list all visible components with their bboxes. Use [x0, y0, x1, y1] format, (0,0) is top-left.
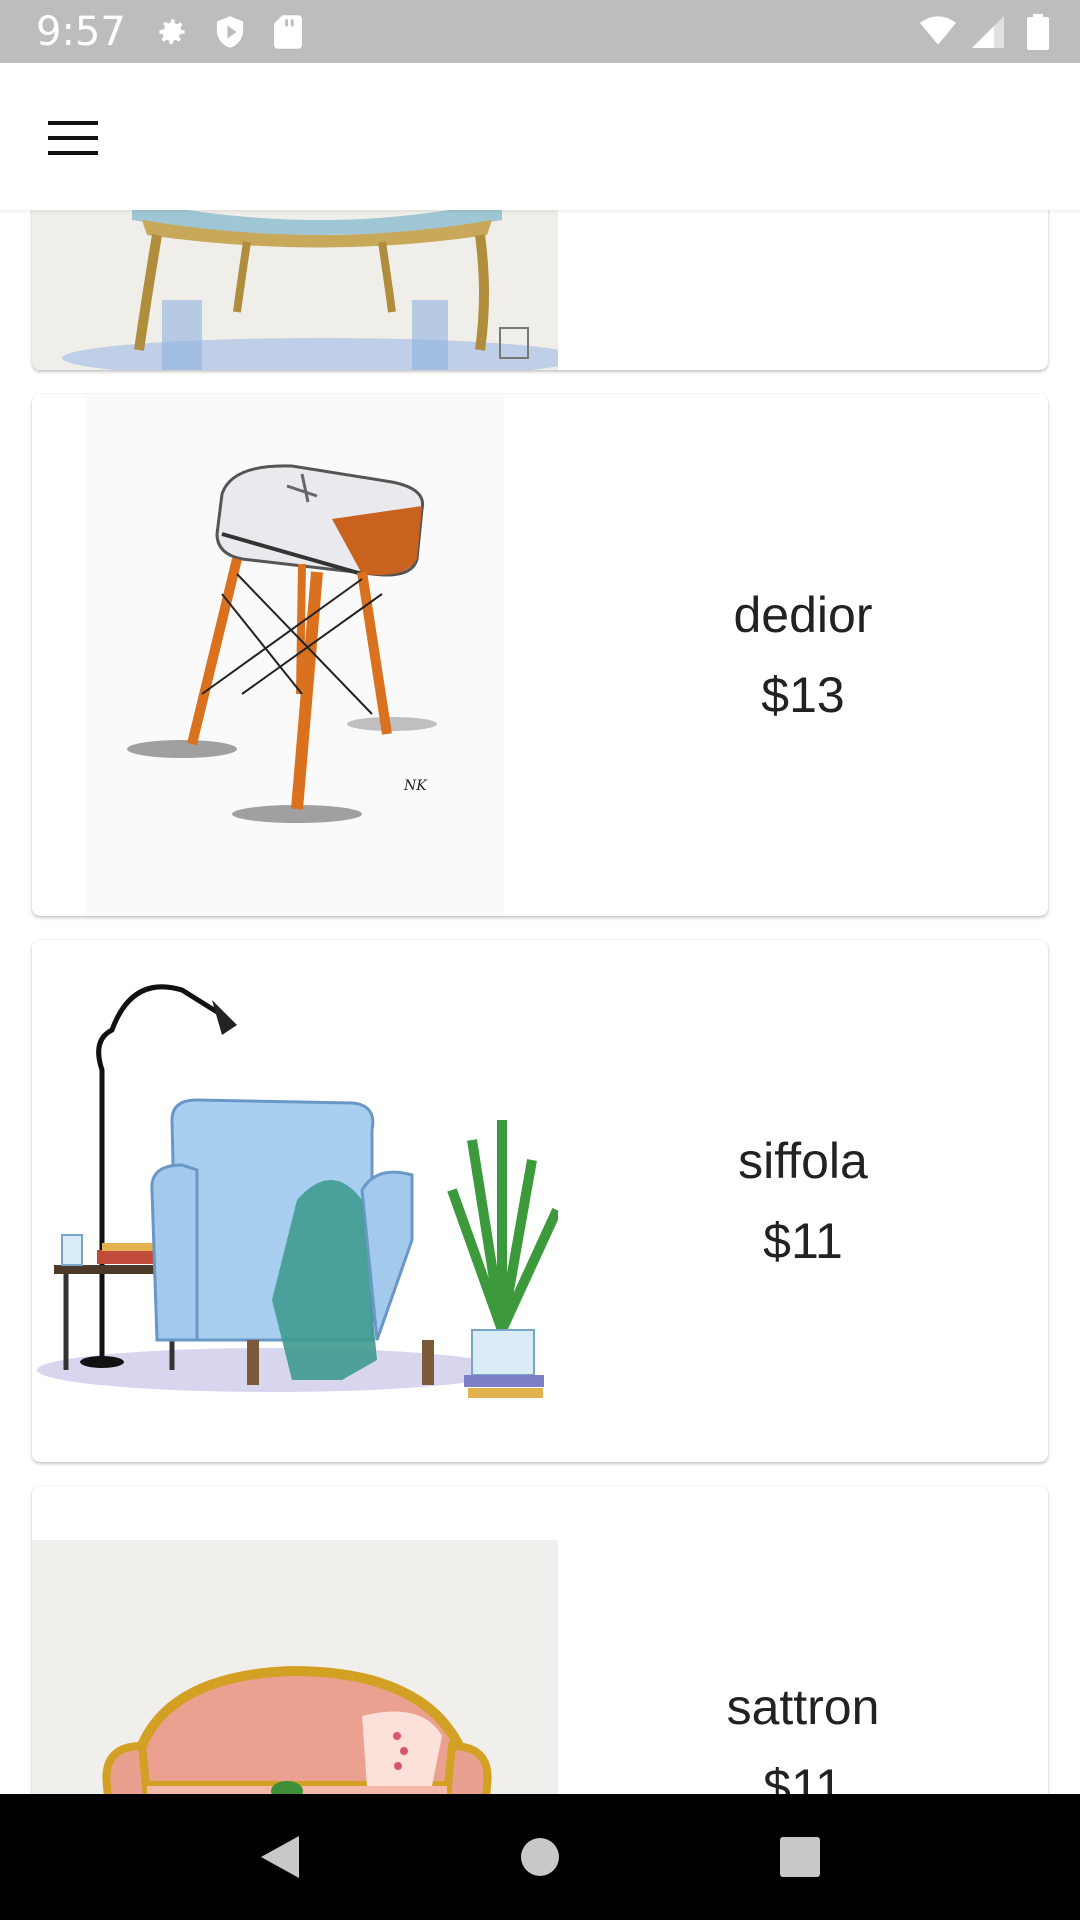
status-bar: 9:57	[0, 0, 1080, 63]
product-card[interactable]: sattron $11	[32, 1486, 1048, 1794]
status-icons-left	[154, 14, 306, 50]
status-time: 9:57	[36, 8, 126, 55]
product-name: sattron	[726, 1679, 880, 1735]
sd-card-icon	[270, 14, 306, 50]
armchair-lamp-plant-illustration	[32, 940, 558, 1462]
wifi-icon	[920, 14, 956, 50]
product-info	[558, 210, 1048, 370]
product-info: dedior $13	[558, 394, 1048, 916]
cushion-stool-illustration: NK	[32, 394, 558, 916]
product-name: dedior	[733, 587, 873, 643]
product-name: siffola	[738, 1133, 868, 1189]
shield-icon	[212, 14, 248, 50]
hamburger-menu-icon[interactable]	[28, 93, 118, 183]
product-card[interactable]	[32, 210, 1048, 370]
navigation-bar	[0, 1794, 1080, 1920]
app-bar	[0, 63, 1080, 210]
gear-icon	[154, 14, 190, 50]
product-price: $11	[763, 1759, 843, 1794]
back-triangle-icon[interactable]	[240, 1817, 320, 1897]
blue-armchair-gold-legs-illustration	[32, 210, 558, 370]
product-info: siffola $11	[558, 940, 1048, 1462]
battery-icon	[1020, 13, 1056, 50]
cell-signal-icon	[970, 14, 1006, 50]
status-icons-right	[920, 13, 1056, 50]
pink-loveseat-illustration	[32, 1486, 558, 1794]
product-card[interactable]: NK dedior $13	[32, 394, 1048, 916]
product-card[interactable]: siffola $11	[32, 940, 1048, 1462]
svg-text:NK: NK	[403, 778, 428, 794]
product-price: $11	[763, 1213, 843, 1269]
product-info: sattron $11	[558, 1486, 1048, 1794]
recents-square-icon[interactable]	[760, 1817, 840, 1897]
home-circle-icon[interactable]	[500, 1817, 580, 1897]
product-price: $13	[761, 667, 845, 723]
product-list[interactable]: NK dedior $13 siffola $11 sattron $11	[0, 210, 1080, 1794]
